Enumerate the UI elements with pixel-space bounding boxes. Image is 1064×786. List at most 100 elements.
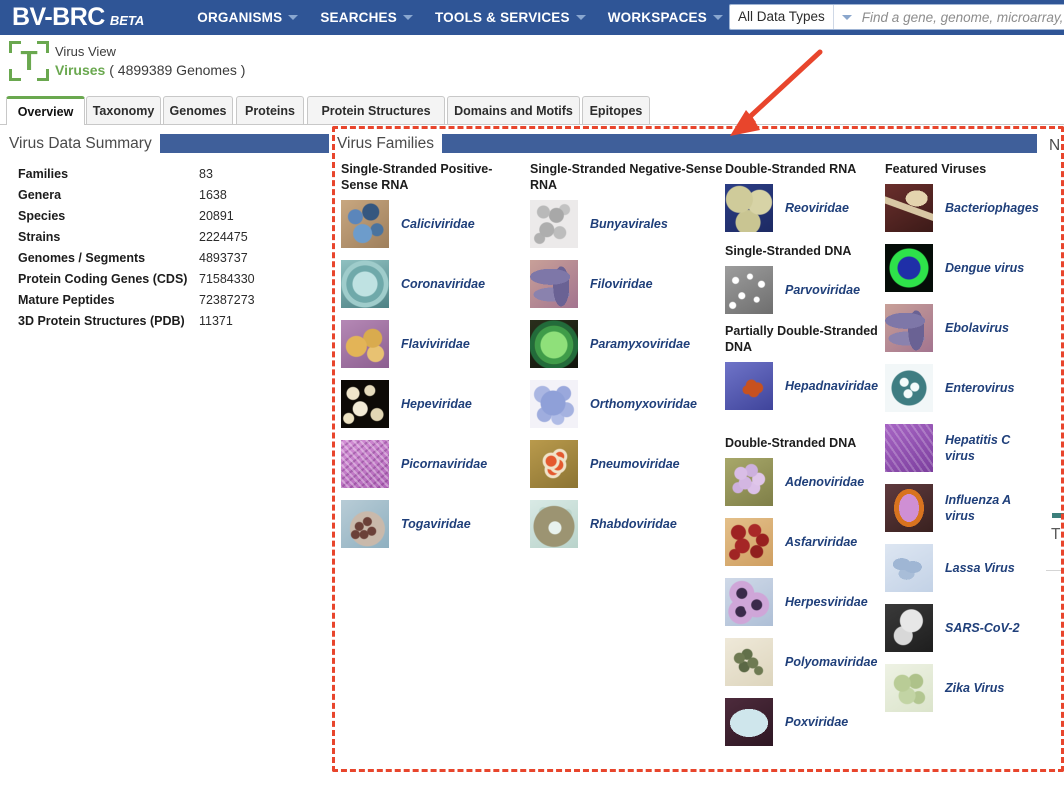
family-link-poxviridae[interactable]: Poxviridae bbox=[785, 714, 848, 730]
orthomyxoviridae-thumbnail[interactable] bbox=[530, 380, 578, 428]
nav-item-searches[interactable]: SEARCHES bbox=[320, 10, 413, 25]
primary-nav-items: ORGANISMS SEARCHES TOOLS & SERVICES WORK… bbox=[197, 10, 745, 25]
polyomaviridae-thumbnail[interactable] bbox=[725, 638, 773, 686]
reoviridae-thumbnail[interactable] bbox=[725, 184, 773, 232]
family-link-flaviviridae[interactable]: Flaviviridae bbox=[401, 336, 470, 352]
zika-virus-thumbnail[interactable] bbox=[885, 664, 933, 712]
featured-link-dengue-virus[interactable]: Dengue virus bbox=[945, 260, 1024, 276]
picornaviridae-thumbnail[interactable] bbox=[341, 440, 389, 488]
adenoviridae-thumbnail[interactable] bbox=[725, 458, 773, 506]
family-link-paramyxoviridae[interactable]: Paramyxoviridae bbox=[590, 336, 690, 352]
rhabdoviridae-thumbnail[interactable] bbox=[530, 500, 578, 548]
summary-value: 72387273 bbox=[199, 293, 255, 307]
tab-proteins[interactable]: Proteins bbox=[236, 96, 304, 124]
herpesviridae-thumbnail[interactable] bbox=[725, 578, 773, 626]
asfarviridae-thumbnail[interactable] bbox=[725, 518, 773, 566]
family-link-hepeviridae[interactable]: Hepeviridae bbox=[401, 396, 472, 412]
hepadnaviridae-thumbnail[interactable] bbox=[725, 362, 773, 410]
tab-protein-structures[interactable]: Protein Structures bbox=[307, 96, 445, 124]
brand-logo[interactable]: BV-BRC BETA bbox=[12, 5, 144, 30]
global-search-bar: All Data Types bbox=[729, 4, 1064, 30]
nav-item-tools-label: TOOLS & SERVICES bbox=[434, 10, 570, 25]
poxviridae-thumbnail[interactable] bbox=[725, 698, 773, 746]
tab-genomes[interactable]: Genomes bbox=[163, 96, 233, 124]
family-link-coronaviridae[interactable]: Coronaviridae bbox=[401, 276, 485, 292]
nav-item-workspaces[interactable]: WORKSPACES bbox=[608, 10, 723, 25]
flaviviridae-thumbnail[interactable] bbox=[341, 320, 389, 368]
family-link-hepadnaviridae[interactable]: Hepadnaviridae bbox=[785, 378, 878, 394]
featured-link-bacteriophages[interactable]: Bacteriophages bbox=[945, 200, 1039, 216]
virus-families-columns: Single-Stranded Positive-Sense RNA Calic… bbox=[337, 161, 1039, 786]
family-link-caliciviridae[interactable]: Caliciviridae bbox=[401, 216, 475, 232]
caliciviridae-thumbnail[interactable] bbox=[341, 200, 389, 248]
featured-link-zika-virus[interactable]: Zika Virus bbox=[945, 680, 1004, 696]
ebolavirus-thumbnail[interactable] bbox=[885, 304, 933, 352]
hepatitis-c-virus-thumbnail[interactable] bbox=[885, 424, 933, 472]
summary-label: Genera bbox=[18, 188, 62, 202]
parvoviridae-thumbnail[interactable] bbox=[725, 266, 773, 314]
brand-beta-tag: BETA bbox=[109, 13, 145, 28]
featured-link-hepatitis-c-virus[interactable]: Hepatitis C virus bbox=[945, 432, 1037, 464]
family-link-adenoviridae[interactable]: Adenoviridae bbox=[785, 474, 864, 490]
filoviridae-thumbnail[interactable] bbox=[530, 260, 578, 308]
hepeviridae-thumbnail[interactable] bbox=[341, 380, 389, 428]
data-type-selector-value[interactable]: All Data Types bbox=[730, 5, 833, 29]
family-item: Adenoviridae bbox=[725, 455, 890, 509]
bunyavirales-thumbnail[interactable] bbox=[530, 200, 578, 248]
nav-item-tools-and-services[interactable]: TOOLS & SERVICES bbox=[435, 10, 586, 25]
family-link-rhabdoviridae[interactable]: Rhabdoviridae bbox=[590, 516, 677, 532]
tab-epitopes[interactable]: Epitopes bbox=[582, 96, 650, 124]
paramyxoviridae-thumbnail[interactable] bbox=[530, 320, 578, 368]
family-link-herpesviridae[interactable]: Herpesviridae bbox=[785, 594, 868, 610]
featured-link-lassa-virus[interactable]: Lassa Virus bbox=[945, 560, 1015, 576]
cutoff-divider bbox=[1046, 570, 1064, 571]
virus-data-summary-panel: Virus Data Summary Families 83 Genera 1638… bbox=[9, 134, 329, 332]
summary-row-genera: Genera 1638 bbox=[9, 185, 329, 206]
summary-value: 20891 bbox=[199, 209, 234, 223]
featured-link-ebolavirus[interactable]: Ebolavirus bbox=[945, 320, 1009, 336]
family-item: Caliciviridae bbox=[341, 197, 526, 251]
title-bar-decoration bbox=[442, 134, 1037, 153]
family-link-pneumoviridae[interactable]: Pneumoviridae bbox=[590, 456, 680, 472]
family-item: Orthomyxoviridae bbox=[530, 377, 725, 431]
coronaviridae-thumbnail[interactable] bbox=[341, 260, 389, 308]
nav-item-organisms[interactable]: ORGANISMS bbox=[197, 10, 299, 25]
family-link-togaviridae[interactable]: Togaviridae bbox=[401, 516, 471, 532]
tab-taxonomy[interactable]: Taxonomy bbox=[86, 96, 161, 124]
summary-rows: Families 83 Genera 1638 Species 20891 Strai… bbox=[9, 164, 329, 332]
family-link-polyomaviridae[interactable]: Polyomaviridae bbox=[785, 654, 877, 670]
tab-bar: Overview Taxonomy Genomes Proteins Prote… bbox=[0, 96, 1064, 125]
family-link-filoviridae[interactable]: Filoviridae bbox=[590, 276, 653, 292]
virus-data-summary-title-text: Virus Data Summary bbox=[9, 134, 152, 152]
family-link-reoviridae[interactable]: Reoviridae bbox=[785, 200, 849, 216]
featured-link-enterovirus[interactable]: Enterovirus bbox=[945, 380, 1014, 396]
summary-row-mature-peptides: Mature Peptides 72387273 bbox=[9, 290, 329, 311]
family-link-orthomyxoviridae[interactable]: Orthomyxoviridae bbox=[590, 396, 697, 412]
tab-overview[interactable]: Overview bbox=[6, 96, 85, 125]
family-item: Hepadnaviridae bbox=[725, 359, 890, 413]
family-link-picornaviridae[interactable]: Picornaviridae bbox=[401, 456, 487, 472]
summary-row-families: Families 83 bbox=[9, 164, 329, 185]
breadcrumb-organism-name[interactable]: Viruses bbox=[55, 62, 105, 78]
family-link-bunyavirales[interactable]: Bunyavirales bbox=[590, 216, 668, 232]
bacteriophages-thumbnail[interactable] bbox=[885, 184, 933, 232]
chevron-down-icon bbox=[841, 14, 852, 20]
summary-label: Families bbox=[18, 167, 69, 181]
pneumoviridae-thumbnail[interactable] bbox=[530, 440, 578, 488]
togaviridae-thumbnail[interactable] bbox=[341, 500, 389, 548]
summary-value: 11371 bbox=[199, 314, 233, 328]
data-type-dropdown-button[interactable] bbox=[834, 5, 860, 29]
search-input[interactable] bbox=[859, 8, 1064, 26]
enterovirus-thumbnail[interactable] bbox=[885, 364, 933, 412]
tab-domains-and-motifs[interactable]: Domains and Motifs bbox=[447, 96, 580, 124]
sars-cov-2-thumbnail[interactable] bbox=[885, 604, 933, 652]
featured-link-sars-cov-2[interactable]: SARS-CoV-2 bbox=[945, 620, 1020, 636]
lassa-virus-thumbnail[interactable] bbox=[885, 544, 933, 592]
family-link-parvoviridae[interactable]: Parvoviridae bbox=[785, 282, 860, 298]
family-link-asfarviridae[interactable]: Asfarviridae bbox=[785, 534, 857, 550]
families-column-ss-positive-rna: Single-Stranded Positive-Sense RNA Calic… bbox=[341, 161, 526, 557]
featured-link-influenza-a-virus[interactable]: Influenza A virus bbox=[945, 492, 1037, 524]
dengue-virus-thumbnail[interactable] bbox=[885, 244, 933, 292]
families-column-dna-and-dsrna: Double-Stranded RNA Reoviridae Single-St… bbox=[725, 161, 890, 755]
influenza-a-virus-thumbnail[interactable] bbox=[885, 484, 933, 532]
